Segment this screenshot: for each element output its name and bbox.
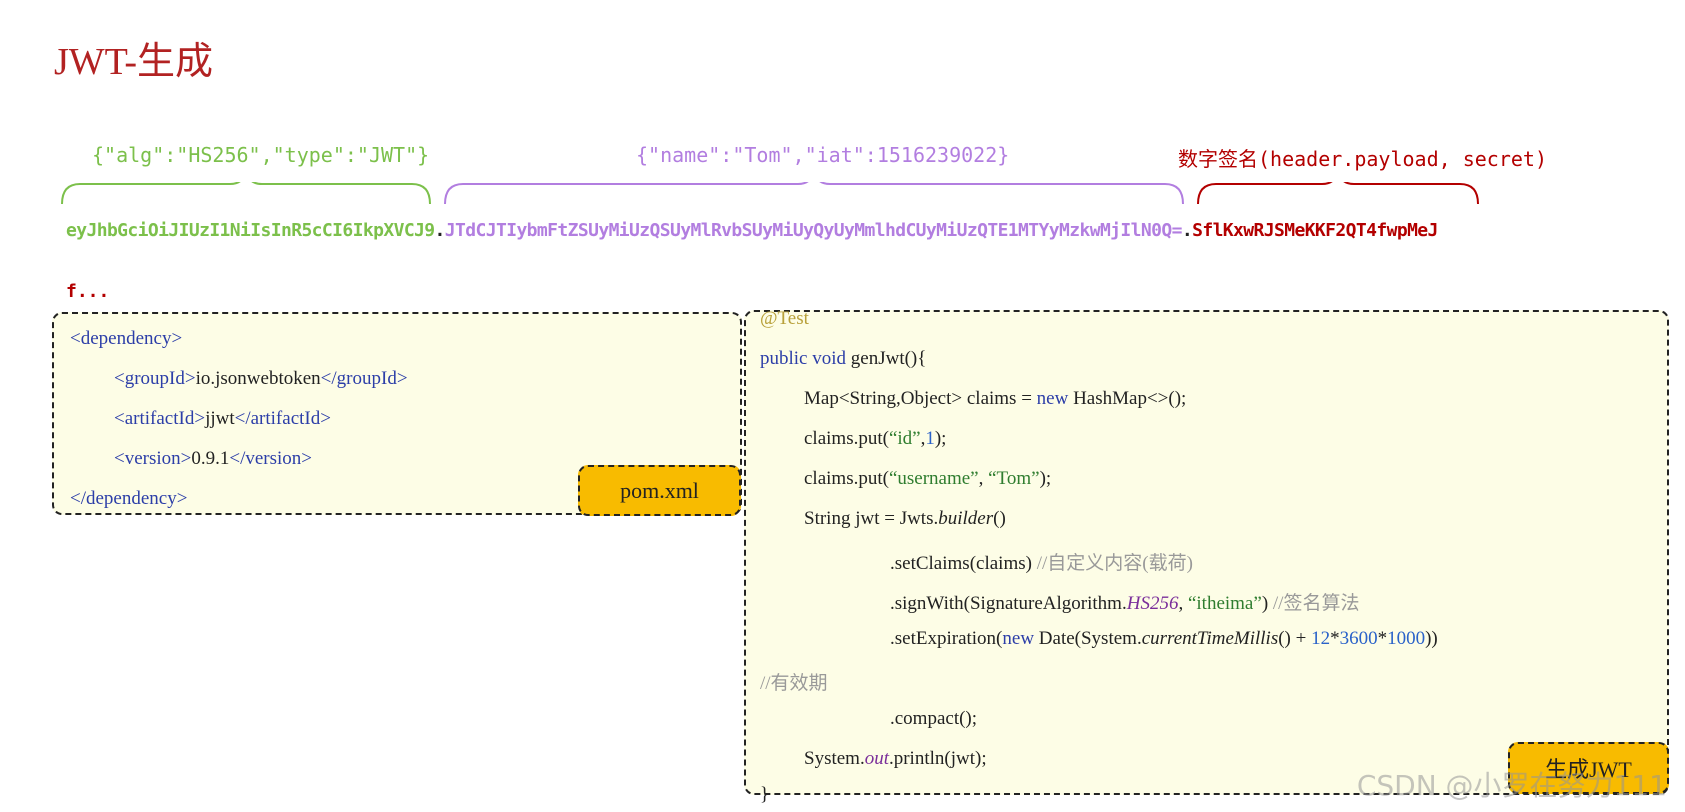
token-separator: . bbox=[1181, 220, 1193, 241]
page-title: JWT-生成 bbox=[54, 41, 214, 83]
code-line: String jwt = Jwts.builder() bbox=[804, 508, 1006, 529]
signature-label: 数字签名(header.payload, secret) bbox=[1178, 147, 1547, 171]
header-brace bbox=[61, 182, 431, 204]
jwt-token: eyJhbGciOiJIUzI1NiIsInR5cCI6IkpXVCJ9.JTd… bbox=[66, 220, 1438, 241]
token-separator: . bbox=[434, 220, 446, 241]
code-line: .signWith(SignatureAlgorithm.HS256, “ith… bbox=[890, 593, 1360, 614]
code-line: <dependency> bbox=[70, 328, 183, 349]
code-line: System.out.println(jwt); bbox=[804, 748, 987, 769]
pom-badge: pom.xml bbox=[578, 465, 741, 516]
code-line: .setExpiration(new Date(System.currentTi… bbox=[890, 628, 1438, 649]
code-line: Map<String,Object> claims = new HashMap<… bbox=[804, 388, 1187, 409]
code-annotation: @Test bbox=[760, 308, 809, 329]
code-line: } bbox=[760, 784, 770, 805]
code-line: <artifactId>jjwt</artifactId> bbox=[114, 408, 331, 429]
signature-brace bbox=[1197, 182, 1479, 204]
code-line: .compact(); bbox=[890, 708, 978, 729]
token-header: eyJhbGciOiJIUzI1NiIsInR5cCI6IkpXVCJ9 bbox=[66, 220, 435, 241]
code-line: <version>0.9.1</version> bbox=[114, 448, 313, 469]
code-line: </dependency> bbox=[70, 488, 188, 509]
code-line: claims.put(“id”,1); bbox=[804, 428, 947, 449]
token-signature: SflKxwRJSMeKKF2QT4fwpMeJ bbox=[1192, 220, 1438, 241]
token-payload: JTdCJTIybmFtZSUyMiUzQSUyMlRvbSUyMiUyQyUy… bbox=[444, 220, 1183, 241]
code-comment: //有效期 bbox=[760, 673, 828, 694]
header-label: {"alg":"HS256","type":"JWT"} bbox=[92, 143, 430, 167]
code-line: .setClaims(claims) //自定义内容(载荷) bbox=[890, 553, 1193, 574]
payload-label: {"name":"Tom","iat":1516239022} bbox=[636, 143, 1010, 167]
code-line: public void genJwt(){ bbox=[760, 348, 927, 369]
watermark: CSDN @小罗在努力111 bbox=[1356, 769, 1667, 802]
java-code-box: @Test public void genJwt(){ Map<String,O… bbox=[744, 308, 1669, 805]
code-line: claims.put(“username”, “Tom”); bbox=[804, 468, 1052, 489]
payload-brace bbox=[444, 182, 1184, 204]
token-continuation: f... bbox=[66, 281, 110, 302]
code-line: <groupId>io.jsonwebtoken</groupId> bbox=[114, 368, 408, 389]
